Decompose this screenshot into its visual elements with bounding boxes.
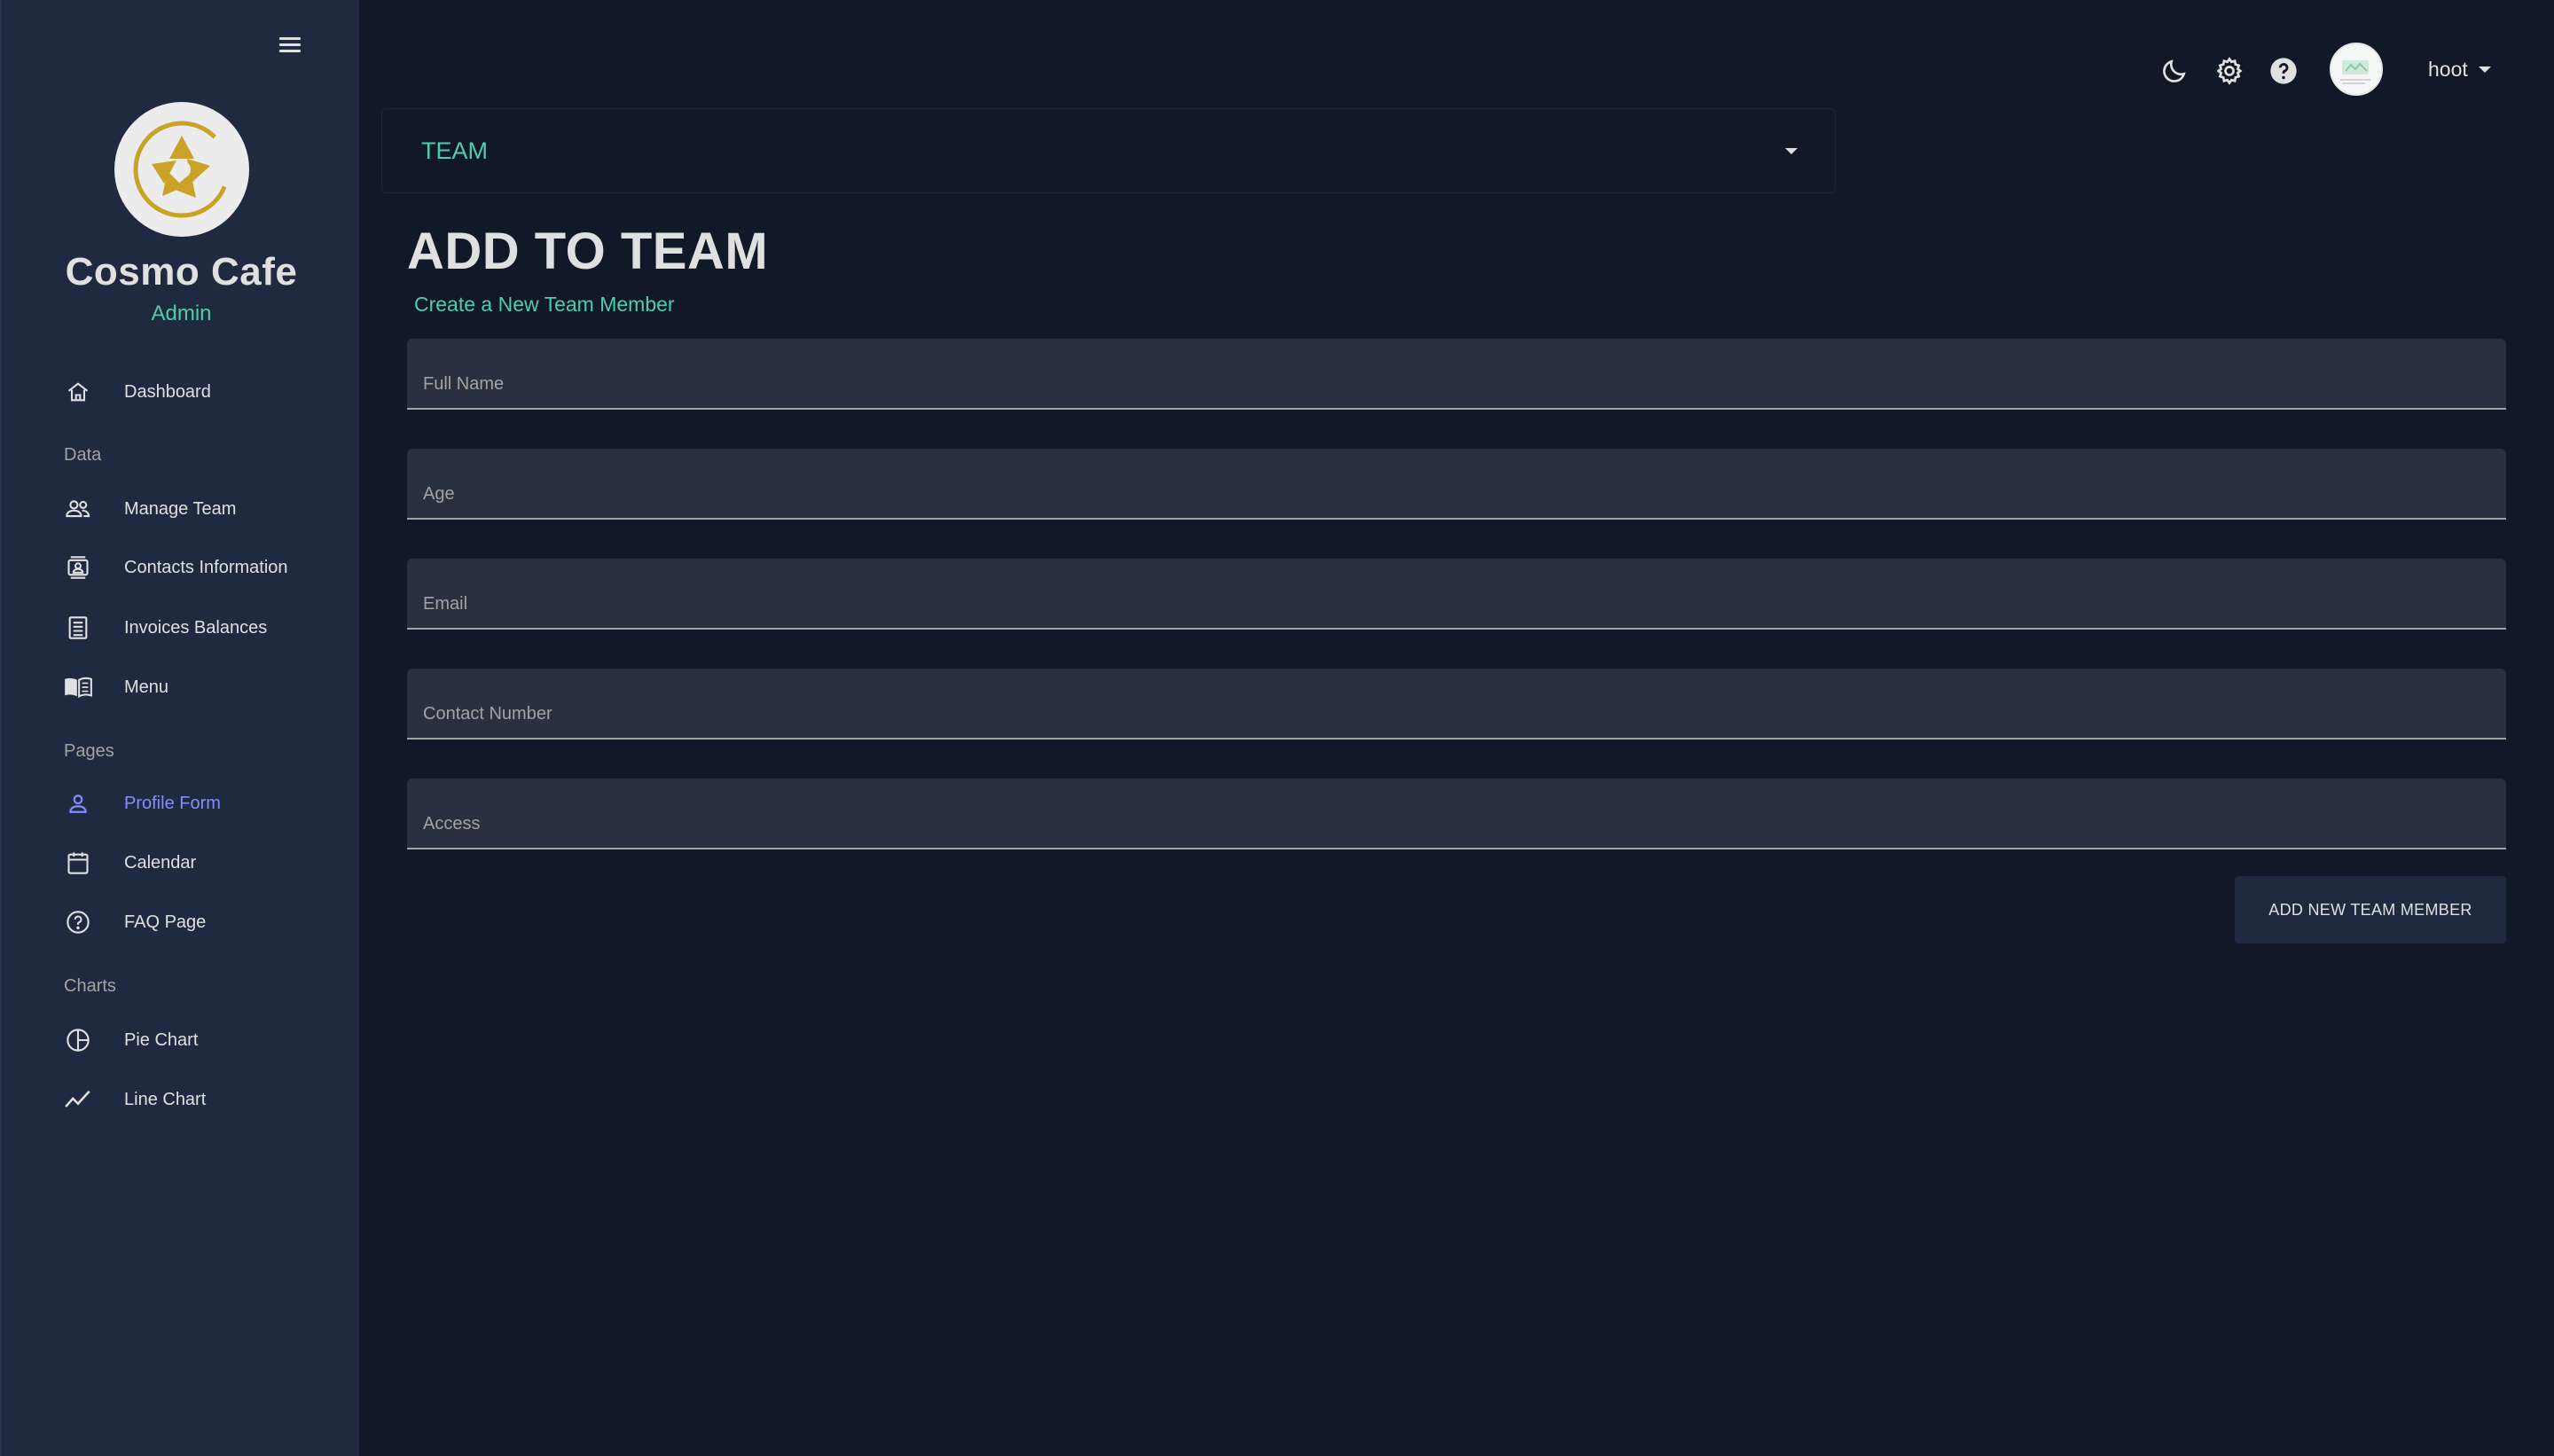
sidebar-item-menu[interactable]: Menu bbox=[64, 662, 348, 712]
contact-number-field bbox=[407, 669, 2506, 740]
email-field bbox=[407, 559, 2506, 630]
section-label-pages: Pages bbox=[64, 741, 114, 761]
user-avatar[interactable] bbox=[2330, 43, 2383, 96]
contact-number-input[interactable] bbox=[407, 669, 2506, 738]
receipt-icon bbox=[64, 614, 92, 642]
sidebar-item-dashboard[interactable]: Dashboard bbox=[64, 367, 348, 417]
access-input[interactable] bbox=[407, 779, 2506, 848]
sidebar-item-label: Contacts Information bbox=[124, 557, 288, 577]
team-select[interactable]: TEAM bbox=[381, 108, 1836, 193]
team-select-value: TEAM bbox=[421, 137, 489, 164]
sidebar-item-label: Invoices Balances bbox=[124, 617, 268, 638]
sidebar-item-label: Menu bbox=[124, 677, 169, 697]
person-icon bbox=[64, 789, 92, 818]
sidebar-item-label: Line Chart bbox=[124, 1089, 207, 1109]
sidebar-item-label: Calendar bbox=[124, 852, 197, 873]
timeline-icon bbox=[64, 1085, 92, 1114]
book-icon bbox=[64, 673, 92, 701]
full-name-input[interactable] bbox=[407, 339, 2506, 408]
sidebar-item-invoices[interactable]: Invoices Balances bbox=[64, 603, 348, 653]
sidebar-item-faq[interactable]: FAQ Page bbox=[64, 897, 348, 947]
full-name-field bbox=[407, 339, 2506, 410]
dropdown-arrow-icon bbox=[1785, 148, 1798, 154]
sidebar-item-calendar[interactable]: Calendar bbox=[64, 838, 348, 888]
calendar-icon bbox=[64, 849, 92, 877]
sidebar-item-label: Dashboard bbox=[124, 381, 211, 402]
sidebar-item-pie-chart[interactable]: Pie Chart bbox=[64, 1015, 348, 1065]
sidebar-item-label: FAQ Page bbox=[124, 912, 207, 932]
menu-toggle-icon[interactable] bbox=[277, 32, 303, 59]
contacts-icon bbox=[64, 553, 92, 582]
add-team-member-button[interactable]: ADD NEW TEAM MEMBER bbox=[2235, 876, 2506, 943]
brand-role: Admin bbox=[151, 301, 212, 325]
sidebar-item-label: Manage Team bbox=[124, 498, 237, 519]
sidebar-item-label: Profile Form bbox=[124, 793, 221, 813]
email-input[interactable] bbox=[407, 559, 2506, 628]
sidebar-item-profile-form[interactable]: Profile Form bbox=[64, 779, 348, 828]
chevron-down-icon bbox=[2478, 66, 2491, 73]
section-label-data: Data bbox=[64, 445, 102, 465]
sidebar: Cosmo Cafe Admin Dashboard Data Manage T… bbox=[0, 0, 359, 1456]
access-field bbox=[407, 779, 2506, 849]
help-icon[interactable] bbox=[2266, 53, 2301, 89]
age-input[interactable] bbox=[407, 449, 2506, 518]
help-circle-icon bbox=[64, 908, 92, 936]
sidebar-item-label: Pie Chart bbox=[124, 1029, 199, 1050]
people-icon bbox=[64, 495, 92, 523]
user-menu[interactable]: hoot bbox=[2428, 53, 2491, 85]
sidebar-item-manage-team[interactable]: Manage Team bbox=[64, 484, 348, 534]
age-field bbox=[407, 449, 2506, 520]
moon-icon[interactable] bbox=[2157, 53, 2192, 89]
page-subtitle: Create a New Team Member bbox=[414, 293, 675, 316]
sidebar-item-contacts[interactable]: Contacts Information bbox=[64, 543, 348, 592]
user-name-text: hoot bbox=[2428, 57, 2468, 81]
app-root: Cosmo Cafe Admin Dashboard Data Manage T… bbox=[0, 0, 2554, 1456]
home-icon bbox=[64, 378, 92, 406]
page-title: ADD TO TEAM bbox=[407, 223, 769, 280]
sidebar-item-line-chart[interactable]: Line Chart bbox=[64, 1075, 348, 1124]
brand-logo bbox=[114, 102, 249, 237]
gear-icon[interactable] bbox=[2212, 53, 2247, 89]
section-label-charts: Charts bbox=[64, 976, 116, 996]
brand-name: Cosmo Cafe bbox=[65, 250, 298, 294]
pie-chart-icon bbox=[64, 1026, 92, 1054]
